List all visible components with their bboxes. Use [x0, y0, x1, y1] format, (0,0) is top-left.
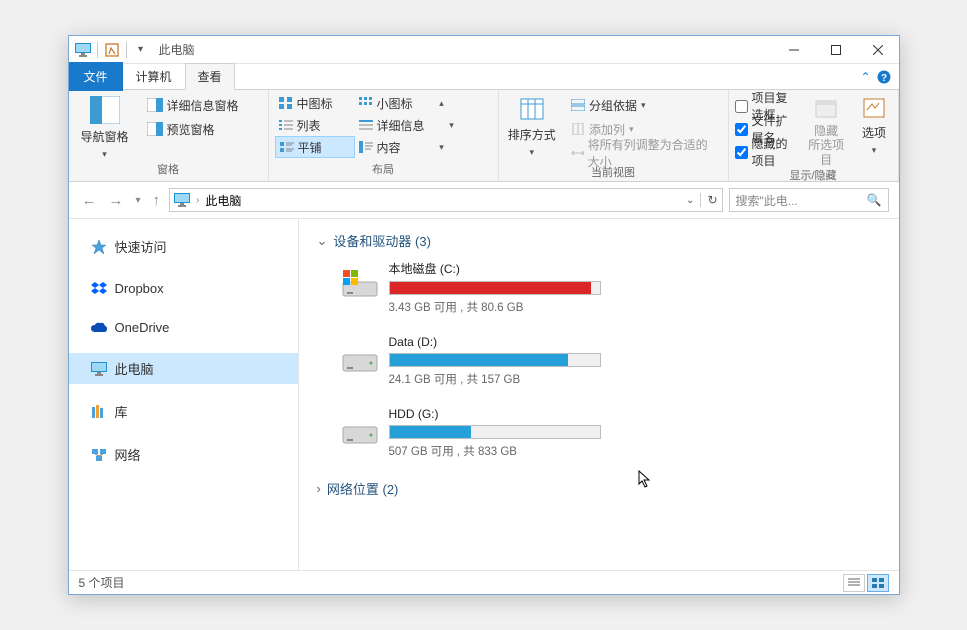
sidebar-onedrive[interactable]: OneDrive — [69, 314, 298, 341]
hide-selected-button: 隐藏 所选项目 — [804, 92, 849, 167]
address-location[interactable]: 此电脑 — [205, 192, 241, 209]
size-columns-button: 将所有列调整为合适的大小 — [567, 142, 721, 164]
search-icon: 🔍 — [867, 193, 882, 207]
nav-up-button[interactable]: ↑ — [150, 192, 164, 209]
hidden-items-toggle[interactable]: 隐藏的项目 — [735, 142, 796, 162]
drive-detail: 3.43 GB 可用 , 共 80.6 GB — [389, 299, 601, 315]
sidebar-network[interactable]: 网络 — [69, 439, 298, 470]
drive-name: HDD (G:) — [389, 407, 601, 421]
sidebar-quick-access[interactable]: 快速访问 — [69, 231, 298, 262]
qat-dropdown-icon[interactable]: ▾ — [131, 40, 151, 60]
group-by-button[interactable]: 分组依据 ▾ — [567, 94, 721, 116]
preview-pane-button[interactable]: 预览窗格 — [143, 118, 243, 140]
cloud-icon — [91, 322, 107, 334]
drive-item[interactable]: Data (D:) 24.1 GB 可用 , 共 157 GB — [341, 335, 601, 387]
section-network-locations[interactable]: › 网络位置 (2) — [317, 479, 881, 498]
search-placeholder: 搜索"此电... — [736, 192, 863, 209]
address-box[interactable]: › 此电脑 ⌄ ↻ — [169, 188, 722, 212]
address-dropdown-icon[interactable]: ⌄ — [686, 195, 694, 206]
tab-view[interactable]: 查看 — [185, 63, 235, 90]
network-icon — [91, 448, 107, 462]
drive-name: Data (D:) — [389, 335, 601, 349]
nav-back-button[interactable]: ← — [79, 192, 100, 209]
group-label-panes: 窗格 — [75, 161, 262, 179]
details-pane-button[interactable]: 详细信息窗格 — [143, 94, 243, 116]
dropdown-icon: ▾ — [529, 147, 534, 158]
group-label-layout: 布局 — [275, 161, 492, 179]
chevron-right-icon: › — [317, 481, 321, 496]
options-button[interactable]: 选项 ▾ — [856, 92, 891, 156]
drive-name: 本地磁盘 (C:) — [389, 260, 601, 277]
layout-small-icons[interactable]: 小图标 — [355, 92, 435, 114]
layout-medium-icons[interactable]: 中图标 — [275, 92, 355, 114]
sort-by-button[interactable]: 排序方式 ▾ — [505, 92, 560, 158]
section-devices[interactable]: ⌄ 设备和驱动器 (3) — [317, 231, 881, 250]
help-icon[interactable]: ? — [877, 70, 891, 84]
computer-icon — [91, 362, 107, 376]
properties-icon[interactable] — [102, 40, 122, 60]
dropbox-icon — [91, 280, 107, 296]
tab-computer[interactable]: 计算机 — [123, 63, 185, 90]
drive-icon — [341, 270, 379, 300]
navigation-pane-label: 导航窗格 — [80, 128, 128, 145]
ribbon-collapse-icon[interactable]: ⌃ — [860, 70, 870, 84]
search-box[interactable]: 搜索"此电... 🔍 — [729, 188, 889, 212]
sidebar-dropbox[interactable]: Dropbox — [69, 274, 298, 302]
drive-usage-bar — [389, 281, 601, 295]
refresh-icon[interactable]: ↻ — [700, 193, 717, 207]
layout-more[interactable]: ▾ — [435, 142, 449, 153]
layout-details[interactable]: 详细信息 — [355, 114, 445, 136]
svg-text:?: ? — [880, 73, 886, 84]
window-title: 此电脑 — [159, 41, 773, 58]
status-item-count: 5 个项目 — [79, 574, 125, 591]
app-icon — [73, 40, 93, 60]
qat-divider — [97, 42, 98, 58]
dropdown-icon: ▾ — [872, 145, 877, 156]
drive-icon — [341, 417, 379, 447]
drive-item[interactable]: 本地磁盘 (C:) 3.43 GB 可用 , 共 80.6 GB — [341, 260, 601, 315]
minimize-button[interactable] — [773, 36, 815, 64]
nav-recent-dropdown[interactable]: ▾ — [133, 195, 144, 206]
drive-usage-bar — [389, 353, 601, 367]
libraries-icon — [91, 405, 107, 419]
status-view-tiles[interactable] — [867, 574, 889, 592]
layout-scroll-down[interactable]: ▾ — [445, 120, 459, 131]
drive-icon — [341, 345, 379, 375]
sidebar-this-pc[interactable]: 此电脑 — [69, 353, 298, 384]
tab-file[interactable]: 文件 — [69, 62, 123, 91]
qat-divider — [126, 42, 127, 58]
computer-icon — [174, 193, 190, 207]
drive-detail: 24.1 GB 可用 , 共 157 GB — [389, 371, 601, 387]
layout-list[interactable]: 列表 — [275, 114, 355, 136]
maximize-button[interactable] — [815, 36, 857, 64]
status-view-details[interactable] — [843, 574, 865, 592]
chevron-down-icon: ⌄ — [317, 233, 328, 249]
drive-item[interactable]: HDD (G:) 507 GB 可用 , 共 833 GB — [341, 407, 601, 459]
dropdown-icon: ▾ — [102, 149, 107, 160]
layout-content[interactable]: 内容 — [355, 136, 435, 158]
close-button[interactable] — [857, 36, 899, 64]
group-label-current-view: 当前视图 — [505, 164, 722, 182]
navigation-pane-button[interactable]: 导航窗格 ▾ — [75, 92, 135, 160]
sidebar-libraries[interactable]: 库 — [69, 396, 298, 427]
drive-detail: 507 GB 可用 , 共 833 GB — [389, 443, 601, 459]
layout-tiles[interactable]: 平铺 — [275, 136, 355, 158]
nav-forward-button[interactable]: → — [106, 192, 127, 209]
drive-usage-bar — [389, 425, 601, 439]
layout-scroll-up[interactable]: ▴ — [435, 98, 449, 109]
star-icon — [91, 239, 107, 255]
